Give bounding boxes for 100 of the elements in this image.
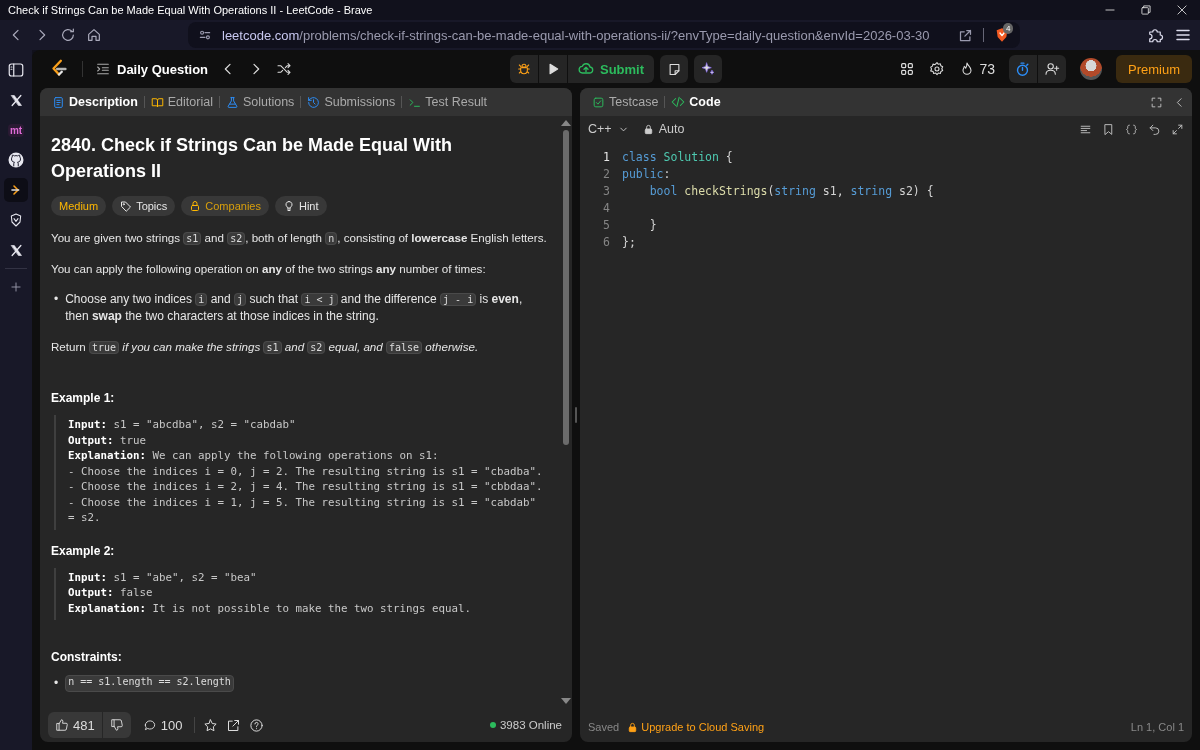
difficulty-badge: Medium [51, 196, 107, 216]
document-icon [52, 95, 65, 109]
submit-button[interactable]: Submit [567, 55, 655, 83]
paragraph: You can apply the following operation on any of the two strings any number of times: [51, 261, 487, 277]
run-button[interactable] [538, 55, 567, 83]
paragraph: You are given two strings s1 and s2 , both of length n , consisting of lowercase English letters. [51, 230, 548, 247]
window-title: Check if Strings Can be Made Equal With Operations II - LeetCode - Brave [8, 4, 374, 16]
bullet-item: • Choose any two indices i and j such that i < j and the difference j - i is even, then swap the two characters at those indices in the string. [53, 291, 524, 325]
tab[interactable]: Test Result [402, 95, 494, 109]
reset-icon[interactable] [1148, 122, 1161, 136]
avatar[interactable] [1080, 58, 1102, 80]
tab[interactable]: Editorial [144, 95, 219, 109]
share-icon[interactable] [958, 27, 973, 43]
upgrade-link[interactable]: Upgrade to Cloud Saving [627, 721, 765, 733]
constraint: n == s1.length == s2.length [65, 675, 234, 692]
expand-icon[interactable] [1171, 122, 1184, 136]
checkbox-icon [592, 95, 605, 109]
thumbs-down-icon [109, 718, 124, 732]
help-icon[interactable] [249, 717, 265, 733]
reload-icon[interactable] [60, 27, 76, 43]
sidebar-shortcut[interactable]: mt [7, 123, 25, 137]
code-line: bool checkStrings(string s1, string s2) { [648, 183, 934, 198]
tab[interactable]: Code [665, 95, 727, 109]
person-add-icon [1044, 61, 1060, 77]
tab[interactable]: Description [46, 95, 144, 109]
example-line: Explanation: We can apply the following operations on s1: [68, 448, 440, 464]
code-line: public: [622, 166, 671, 181]
bullet-marker: • [54, 675, 59, 692]
ai-button[interactable] [694, 55, 723, 83]
online-dot [489, 722, 496, 728]
tab[interactable]: Testcase [586, 95, 665, 109]
line-number: 5 [602, 217, 611, 232]
example-line: Input: s1 = "abe", s2 = "bea" [68, 569, 258, 585]
shield-icon[interactable] [8, 212, 24, 228]
site-settings-icon[interactable] [198, 28, 212, 42]
bookmark-icon[interactable] [1102, 122, 1115, 136]
bug-icon [515, 61, 532, 77]
cat-logo-icon[interactable] [7, 151, 25, 169]
streak-counter[interactable]: 73 [959, 61, 995, 77]
close-icon[interactable] [1175, 3, 1189, 17]
problem-list-title[interactable]: Daily Question [117, 61, 209, 77]
example-line: = s2. [68, 510, 102, 526]
tab[interactable]: Submissions [301, 95, 402, 109]
language-dropdown[interactable]: C++ [588, 122, 629, 136]
sparkle-icon [700, 61, 717, 77]
note-button[interactable] [660, 55, 689, 83]
example-line: - Choose the indices i = 0, j = 2. The resulting string is s1 = "cbadba". [68, 463, 544, 479]
address-bar[interactable]: leetcode.com/problems/check-if-strings-can-be-made-equal-with-operations-ii/?envType=daily-question&envId=2026-03-30 4 [188, 22, 1020, 48]
premium-button[interactable]: Premium [1116, 55, 1192, 83]
example-line: - Choose the indices i = 1, j = 5. The resulting string is s1 = "cabdab" [68, 494, 538, 510]
x-logo-icon[interactable] [8, 92, 24, 108]
resize-handle[interactable] [575, 407, 577, 423]
shuffle-icon[interactable] [276, 61, 293, 77]
code-editor[interactable]: 1 class Solution { 2 public: 3 bool checkStrings(string s1, string s2) { 4 5 } 6 }; [580, 142, 1192, 712]
timer-button[interactable] [1009, 55, 1037, 83]
problem-title: 2840. Check if Strings Can be Made Equal With Operations II [51, 134, 453, 183]
braces-icon[interactable] [1125, 122, 1138, 136]
x-logo-icon[interactable] [8, 242, 24, 258]
comment-icon [142, 718, 157, 732]
code-icon [671, 95, 686, 109]
example-line: Input: s1 = "abcdba", s2 = "cabdab" [68, 417, 297, 433]
companies-tag[interactable]: Companies [181, 196, 269, 216]
example-line: - Choose the indices i = 2, j = 4. The resulting string is s1 = "cbbdaa". [68, 479, 544, 495]
history-icon [307, 95, 321, 109]
add-icon[interactable] [9, 280, 23, 294]
comments-button[interactable]: 100 [138, 717, 187, 733]
online-count: 3983 Online [499, 719, 562, 731]
extensions-icon[interactable] [1146, 26, 1164, 44]
settings-icon[interactable] [929, 61, 946, 77]
thumbs-up-icon [55, 718, 69, 732]
lightbulb-icon [282, 200, 295, 212]
shield-count-badge: 4 [1003, 23, 1014, 34]
example-heading: Example 2: [51, 543, 116, 558]
code-line: class Solution { [622, 149, 733, 164]
line-number: 4 [602, 200, 611, 215]
save-status: Saved [588, 721, 620, 733]
line-number: 1 [602, 149, 611, 164]
invite-button[interactable] [1038, 55, 1066, 83]
restore-icon[interactable] [1139, 3, 1153, 17]
apps-icon[interactable] [899, 61, 916, 77]
note-icon [666, 61, 682, 77]
tag-icon [120, 200, 133, 212]
lock-icon [642, 123, 654, 135]
list-icon [95, 61, 111, 77]
code-line: } [648, 217, 657, 232]
example-line: Output: true [68, 432, 148, 448]
share-icon[interactable] [226, 717, 242, 733]
hint-tag[interactable]: Hint [274, 196, 327, 216]
debug-button[interactable] [509, 55, 538, 83]
home-icon[interactable] [86, 27, 102, 43]
cloud-upload-icon [577, 61, 594, 77]
star-icon[interactable] [203, 717, 219, 733]
fullscreen-icon[interactable] [1150, 95, 1163, 109]
cursor-position: Ln 1, Col 1 [1130, 721, 1184, 733]
topics-tag[interactable]: Topics [112, 196, 176, 216]
example-line: Output: false [68, 585, 154, 601]
sidebar-panel-icon[interactable] [7, 61, 25, 79]
paragraph: Return true if you can make the strings s1 and s2 equal, and false otherwise. [51, 339, 480, 356]
mode-label: Auto [642, 122, 685, 136]
tab[interactable]: Solutions [219, 95, 301, 109]
